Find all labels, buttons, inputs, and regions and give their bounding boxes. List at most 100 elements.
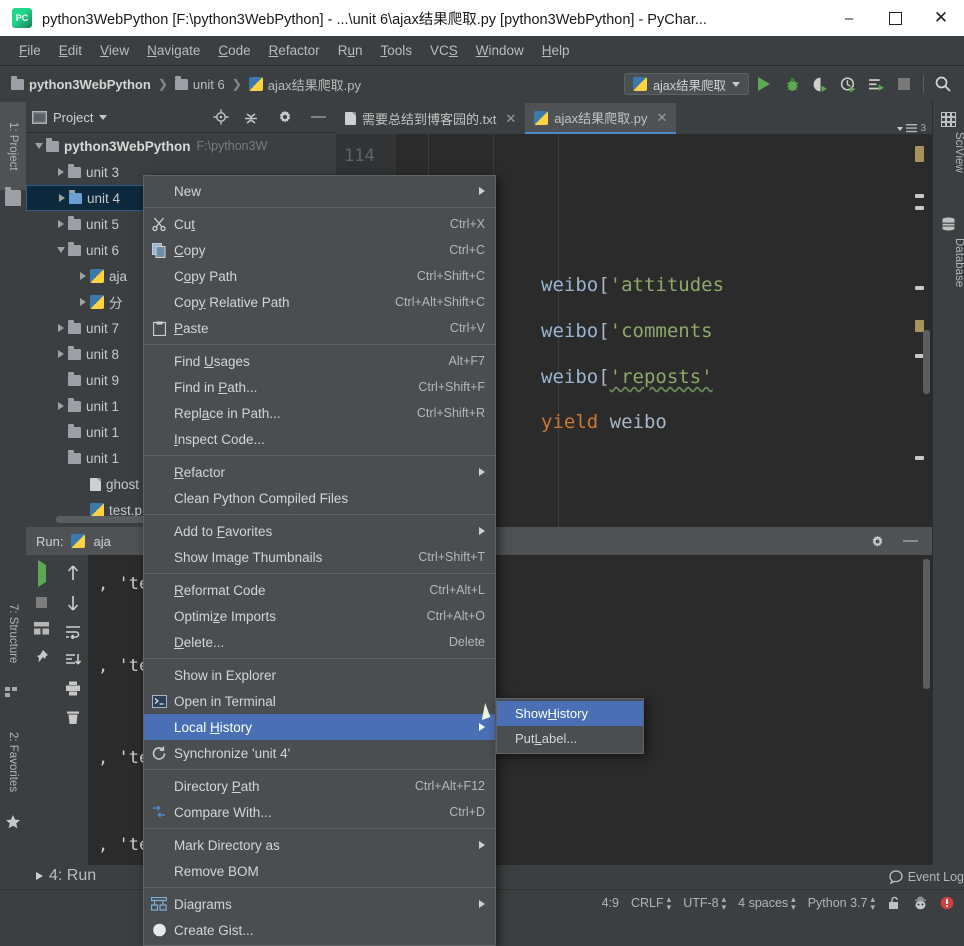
menu-item-open-in-terminal[interactable]: Open in Terminal	[144, 688, 495, 714]
settings-gear-icon[interactable]	[870, 534, 885, 549]
debug-button[interactable]	[779, 71, 805, 97]
error-badge-icon[interactable]	[940, 896, 954, 910]
chevron-down-icon[interactable]	[99, 114, 108, 120]
collapse-all-icon[interactable]	[243, 109, 259, 125]
sidebar-item-project[interactable]: 1: Project	[0, 102, 26, 190]
expand-arrow-icon[interactable]	[54, 324, 68, 332]
menu-item-clean-python-compiled-files[interactable]: Clean Python Compiled Files	[144, 485, 495, 511]
sidebar-item-favorites[interactable]: 2: Favorites	[0, 708, 26, 816]
run-panel-config-label[interactable]: aja	[93, 534, 110, 549]
local-history-submenu[interactable]: Show History Put Label...	[496, 698, 644, 754]
run-with-console-button[interactable]	[863, 71, 889, 97]
menu-item-directory-path[interactable]: Directory Path Ctrl+Alt+F12	[144, 773, 495, 799]
menu-item-copy[interactable]: Copy Ctrl+C	[144, 237, 495, 263]
show-console-button[interactable]	[34, 622, 49, 635]
menu-help[interactable]: Help	[533, 40, 579, 61]
caret-position[interactable]: 4:9	[602, 896, 619, 910]
run-coverage-button[interactable]	[807, 71, 833, 97]
sidebar-item-database[interactable]: Database	[933, 238, 964, 287]
indent-selector[interactable]: 4 spaces ▴ ▾	[738, 895, 796, 912]
expand-arrow-icon[interactable]	[54, 168, 68, 176]
rerun-button[interactable]	[37, 560, 46, 587]
menu-refactor[interactable]: Refactor	[260, 40, 329, 61]
run-button[interactable]	[751, 71, 777, 97]
close-button[interactable]: ✕	[918, 0, 964, 36]
expand-arrow-icon[interactable]	[54, 247, 68, 253]
locate-icon[interactable]	[213, 109, 229, 125]
tab-txt-file[interactable]: 需要总结到博客园的.txt ✕	[336, 103, 525, 134]
menu-vcs[interactable]: VCS	[421, 40, 467, 61]
menu-item-inspect-code[interactable]: Inspect Code...	[144, 426, 495, 452]
menu-item-compare-with[interactable]: Compare With... Ctrl+D	[144, 799, 495, 825]
menu-edit[interactable]: Edit	[50, 40, 91, 61]
close-icon[interactable]: ✕	[505, 111, 516, 127]
close-icon[interactable]: ✕	[656, 110, 667, 126]
expand-arrow-icon[interactable]	[76, 298, 90, 306]
menu-item-show-in-explorer[interactable]: Show in Explorer	[144, 662, 495, 688]
hector-icon[interactable]	[913, 896, 928, 910]
maximize-button[interactable]	[872, 0, 918, 36]
minimize-button[interactable]: –	[826, 0, 872, 36]
menu-item-reformat-code[interactable]: Reformat Code Ctrl+Alt+L	[144, 577, 495, 603]
pin-tab-button[interactable]	[34, 649, 49, 664]
submenu-item-put-label[interactable]: Put Label...	[497, 726, 643, 751]
tree-row-python3webpython[interactable]: python3WebPython F:\python3W	[26, 133, 336, 159]
menu-file[interactable]: File	[10, 40, 50, 61]
sidebar-item-structure[interactable]: 7: Structure	[0, 582, 26, 686]
menu-item-remove-bom[interactable]: Remove BOM	[144, 858, 495, 884]
print-button[interactable]	[65, 681, 81, 696]
menu-tools[interactable]: Tools	[371, 40, 421, 61]
breadcrumb-item-project[interactable]: python3WebPython	[8, 75, 154, 94]
menu-item-delete[interactable]: Delete... Delete	[144, 629, 495, 655]
menu-item-find-in-path[interactable]: Find in Path... Ctrl+Shift+F	[144, 374, 495, 400]
menu-view[interactable]: View	[91, 40, 138, 61]
up-stack-button[interactable]	[66, 565, 80, 581]
expand-arrow-icon[interactable]	[54, 220, 68, 228]
menu-item-create-gist[interactable]: Create Gist...	[144, 917, 495, 943]
menu-item-add-to-favorites[interactable]: Add to Favorites	[144, 518, 495, 544]
soft-wrap-button[interactable]	[65, 625, 81, 639]
breadcrumb-item-file[interactable]: ajax结果爬取.py	[246, 73, 364, 96]
menu-item-cut[interactable]: Cut Ctrl+X	[144, 211, 495, 237]
expand-arrow-icon[interactable]	[55, 194, 69, 202]
context-menu[interactable]: New Cut Ctrl+X Copy Ctrl+C Copy Path Ctr…	[143, 175, 496, 946]
editor-tab-meta[interactable]: 3	[897, 123, 932, 134]
profile-button[interactable]	[835, 71, 861, 97]
menu-item-new[interactable]: New	[144, 178, 495, 204]
menu-item-show-image-thumbnails[interactable]: Show Image Thumbnails Ctrl+Shift+T	[144, 544, 495, 570]
expand-arrow-icon[interactable]	[54, 350, 68, 358]
sidebar-item-sciview[interactable]: SciView	[933, 132, 964, 173]
menu-item-replace-in-path[interactable]: Replace in Path... Ctrl+Shift+R	[144, 400, 495, 426]
menu-item-copy-relative-path[interactable]: Copy Relative Path Ctrl+Alt+Shift+C	[144, 289, 495, 315]
expand-arrow-icon[interactable]	[32, 143, 46, 149]
menu-item-copy-path[interactable]: Copy Path Ctrl+Shift+C	[144, 263, 495, 289]
breadcrumb-item-unit6[interactable]: unit 6	[172, 75, 228, 94]
menu-run[interactable]: Run	[329, 40, 372, 61]
encoding-selector[interactable]: UTF-8 ▴ ▾	[683, 895, 726, 912]
search-everywhere-button[interactable]	[930, 71, 956, 97]
interpreter-selector[interactable]: Python 3.7 ▴ ▾	[808, 895, 875, 912]
stop-button[interactable]	[891, 71, 917, 97]
submenu-item-show-history[interactable]: Show History	[497, 701, 643, 726]
menu-item-optimize-imports[interactable]: Optimize Imports Ctrl+Alt+O	[144, 603, 495, 629]
menu-navigate[interactable]: Navigate	[138, 40, 209, 61]
down-stack-button[interactable]	[66, 595, 80, 611]
menu-window[interactable]: Window	[467, 40, 533, 61]
clear-all-button[interactable]	[66, 710, 80, 725]
run-configuration-selector[interactable]: ajax结果爬取	[624, 73, 749, 95]
expand-arrow-icon[interactable]	[76, 272, 90, 280]
bottom-tab-run[interactable]: 4: Run	[26, 867, 106, 885]
menu-item-refactor[interactable]: Refactor	[144, 459, 495, 485]
event-log-label[interactable]: Event Log	[908, 870, 964, 884]
menu-item-find-usages[interactable]: Find Usages Alt+F7	[144, 348, 495, 374]
menu-item-paste[interactable]: Paste Ctrl+V	[144, 315, 495, 341]
minimize-icon[interactable]: —	[903, 533, 918, 548]
menu-item-local-history[interactable]: Local History	[144, 714, 495, 740]
menu-item-diagrams[interactable]: Diagrams	[144, 891, 495, 917]
line-separator-selector[interactable]: CRLF ▴ ▾	[631, 895, 671, 912]
expand-arrow-icon[interactable]	[54, 402, 68, 410]
stop-button[interactable]	[36, 597, 47, 608]
scroll-to-end-button[interactable]	[65, 653, 81, 667]
editor-vertical-scrollbar[interactable]	[923, 330, 930, 394]
tab-ajax-py[interactable]: ajax结果爬取.py ✕	[525, 103, 677, 134]
